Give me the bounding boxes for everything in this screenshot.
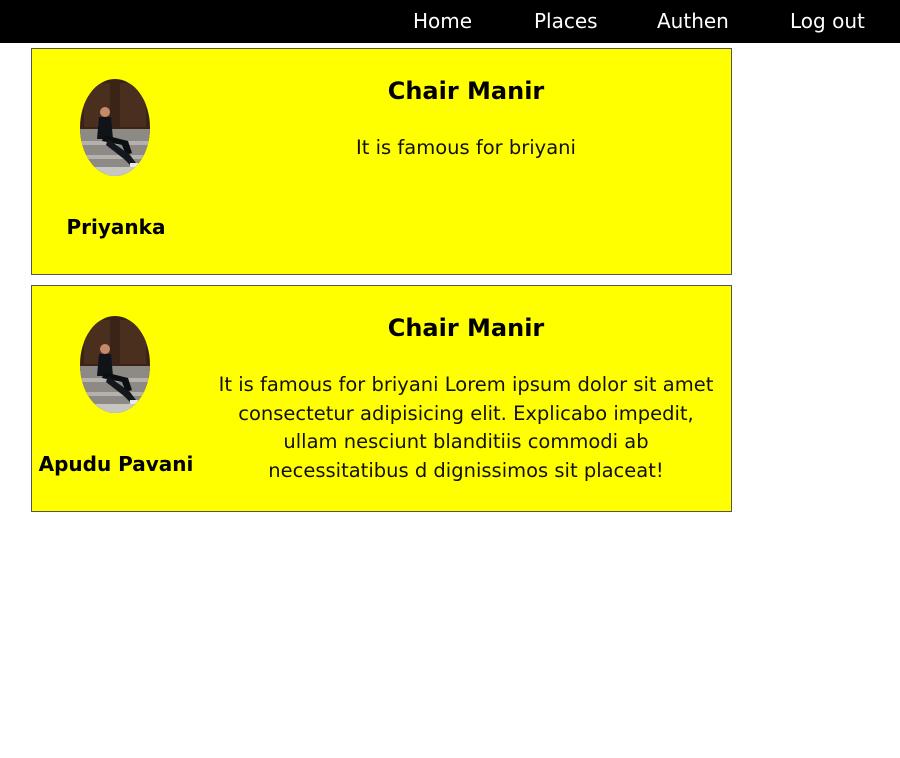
- author-avatar: [80, 79, 150, 176]
- nav-logout-link[interactable]: Log out: [790, 0, 865, 43]
- post-description: It is famous for briyani: [356, 136, 576, 159]
- author-avatar: [80, 316, 150, 413]
- top-navbar: Home Places Authen Log out: [0, 0, 900, 43]
- post-card: Apudu Pavani Chair Manir It is famous fo…: [31, 285, 732, 512]
- nav-places-link[interactable]: Places: [534, 0, 598, 43]
- nav-home-link[interactable]: Home: [413, 0, 472, 43]
- post-author-name: Priyanka: [66, 215, 166, 239]
- nav-authen-link[interactable]: Authen: [657, 0, 729, 43]
- post-title: Chair Manir: [387, 314, 545, 342]
- post-author-name: Apudu Pavani: [38, 452, 194, 476]
- post-description: It is famous for briyani Lorem ipsum dol…: [218, 373, 714, 482]
- post-card: Priyanka Chair Manir It is famous for br…: [31, 48, 732, 275]
- post-title: Chair Manir: [387, 77, 545, 105]
